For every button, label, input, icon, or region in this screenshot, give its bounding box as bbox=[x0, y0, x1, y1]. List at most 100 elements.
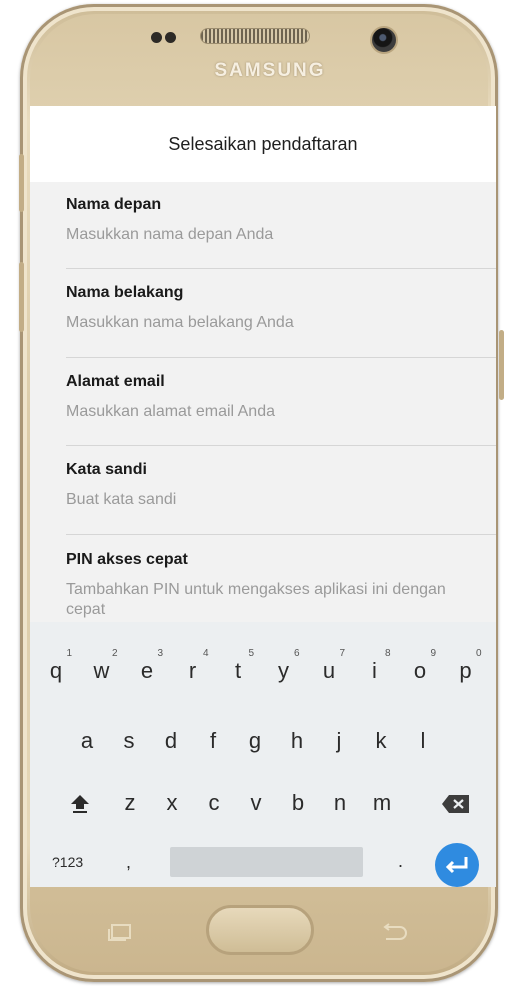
key-m[interactable]: m bbox=[362, 790, 402, 816]
recent-apps-icon[interactable] bbox=[106, 923, 134, 941]
app-screen: Selesaikan pendaftaran Nama depan Masukk… bbox=[30, 106, 496, 887]
key-t[interactable]: t5 bbox=[218, 648, 258, 684]
key-letter: t bbox=[234, 658, 242, 683]
key-g[interactable]: g bbox=[235, 728, 275, 754]
key-l[interactable]: l bbox=[403, 728, 443, 754]
key-letter: h bbox=[290, 728, 304, 753]
backspace-icon[interactable] bbox=[441, 794, 471, 814]
key-letter: f bbox=[209, 728, 217, 753]
field-placeholder: Masukkan nama belakang Anda bbox=[66, 314, 294, 331]
field-label: Kata sandi bbox=[66, 461, 147, 478]
first-name-field[interactable]: Nama depan Masukkan nama depan Anda bbox=[66, 182, 496, 270]
key-c[interactable]: c bbox=[194, 790, 234, 816]
key-number-hint: 6 bbox=[293, 648, 300, 659]
key-letter: p bbox=[459, 658, 472, 683]
space-bar[interactable] bbox=[170, 847, 363, 877]
key-number-hint: 9 bbox=[430, 648, 436, 659]
front-camera-icon bbox=[370, 26, 398, 54]
key-letter: d bbox=[164, 728, 178, 753]
field-label: PIN akses cepat bbox=[66, 551, 188, 568]
key-p[interactable]: p0 bbox=[446, 648, 486, 684]
key-letter: x bbox=[166, 790, 178, 815]
enter-return-icon bbox=[445, 857, 468, 874]
key-letter: u bbox=[322, 658, 336, 683]
key-f[interactable]: f bbox=[193, 728, 233, 754]
key-number-hint: 2 bbox=[111, 648, 118, 659]
field-placeholder: Masukkan nama depan Anda bbox=[66, 226, 274, 243]
key-letter: e bbox=[140, 658, 154, 683]
key-number-hint: 3 bbox=[157, 648, 163, 659]
key-x[interactable]: x bbox=[152, 790, 192, 816]
divider bbox=[66, 268, 496, 269]
period-key[interactable]: . bbox=[398, 851, 403, 872]
password-field[interactable]: Kata sandi Buat kata sandi bbox=[66, 447, 496, 535]
sensor-dot bbox=[151, 32, 162, 43]
app-header: Selesaikan pendaftaran bbox=[30, 106, 496, 182]
field-label: Alamat email bbox=[66, 373, 165, 390]
volume-button bbox=[19, 154, 24, 212]
key-y[interactable]: y6 bbox=[264, 648, 304, 684]
key-k[interactable]: k bbox=[361, 728, 401, 754]
key-letter: r bbox=[188, 658, 197, 683]
email-field[interactable]: Alamat email Masukkan alamat email Anda bbox=[66, 359, 496, 447]
key-b[interactable]: b bbox=[278, 790, 318, 816]
key-letter: w bbox=[93, 658, 110, 683]
key-number-hint: 5 bbox=[248, 648, 254, 659]
symbols-key[interactable]: ?123 bbox=[52, 854, 83, 870]
key-n[interactable]: n bbox=[320, 790, 360, 816]
comma-key[interactable]: , bbox=[126, 852, 131, 873]
on-screen-keyboard: q1w2e3r4t5y6u7i8o9p0 asdfghjkl zxcvbnm ?… bbox=[30, 622, 496, 887]
key-letter: y bbox=[278, 658, 289, 683]
key-r[interactable]: r4 bbox=[173, 648, 213, 684]
key-letter: q bbox=[49, 658, 63, 683]
key-e[interactable]: e3 bbox=[127, 648, 167, 684]
brand-logo: SAMSUNG bbox=[214, 60, 326, 81]
home-button[interactable] bbox=[206, 905, 314, 955]
divider bbox=[66, 357, 496, 358]
key-j[interactable]: j bbox=[319, 728, 359, 754]
key-u[interactable]: u7 bbox=[309, 648, 349, 684]
power-button bbox=[19, 262, 24, 332]
key-i[interactable]: i8 bbox=[355, 648, 395, 684]
earpiece-speaker bbox=[200, 28, 310, 44]
key-letter: i bbox=[372, 658, 377, 683]
enter-button[interactable] bbox=[435, 843, 479, 887]
key-letter: n bbox=[333, 790, 347, 815]
key-letter: o bbox=[413, 658, 427, 683]
key-o[interactable]: o9 bbox=[400, 648, 440, 684]
side-key bbox=[499, 330, 504, 400]
key-a[interactable]: a bbox=[67, 728, 107, 754]
key-number-hint: 4 bbox=[202, 648, 209, 659]
key-w[interactable]: w2 bbox=[82, 648, 122, 684]
key-v[interactable]: v bbox=[236, 790, 276, 816]
key-letter: m bbox=[372, 790, 392, 815]
divider bbox=[66, 445, 496, 446]
key-z[interactable]: z bbox=[110, 790, 150, 816]
key-q[interactable]: q1 bbox=[36, 648, 76, 684]
field-placeholder: Buat kata sandi bbox=[66, 491, 177, 508]
divider bbox=[66, 534, 496, 535]
sensor-dots bbox=[151, 30, 179, 48]
key-s[interactable]: s bbox=[109, 728, 149, 754]
field-placeholder: Tambahkan PIN untuk mengakses aplikasi i… bbox=[66, 581, 446, 618]
last-name-field[interactable]: Nama belakang Masukkan nama belakang And… bbox=[66, 270, 496, 358]
key-letter: l bbox=[420, 728, 426, 753]
key-letter: j bbox=[336, 728, 342, 753]
page-title: Selesaikan pendaftaran bbox=[168, 133, 358, 154]
key-letter: a bbox=[80, 728, 94, 753]
field-label: Nama belakang bbox=[66, 284, 184, 301]
key-letter: v bbox=[250, 790, 262, 815]
key-letter: b bbox=[291, 790, 305, 815]
key-d[interactable]: d bbox=[151, 728, 191, 754]
key-number-hint: 7 bbox=[339, 648, 345, 659]
key-letter: c bbox=[208, 790, 220, 815]
key-number-hint: 0 bbox=[475, 648, 482, 659]
key-number-hint: 8 bbox=[384, 648, 391, 659]
field-placeholder: Masukkan alamat email Anda bbox=[66, 403, 275, 420]
back-icon[interactable] bbox=[380, 923, 408, 941]
sensor-dot bbox=[165, 32, 176, 43]
quick-pin-field[interactable]: PIN akses cepat Tambahkan PIN untuk meng… bbox=[66, 537, 496, 627]
field-label: Nama depan bbox=[66, 196, 162, 213]
shift-arrow-icon[interactable] bbox=[69, 792, 91, 814]
key-h[interactable]: h bbox=[277, 728, 317, 754]
